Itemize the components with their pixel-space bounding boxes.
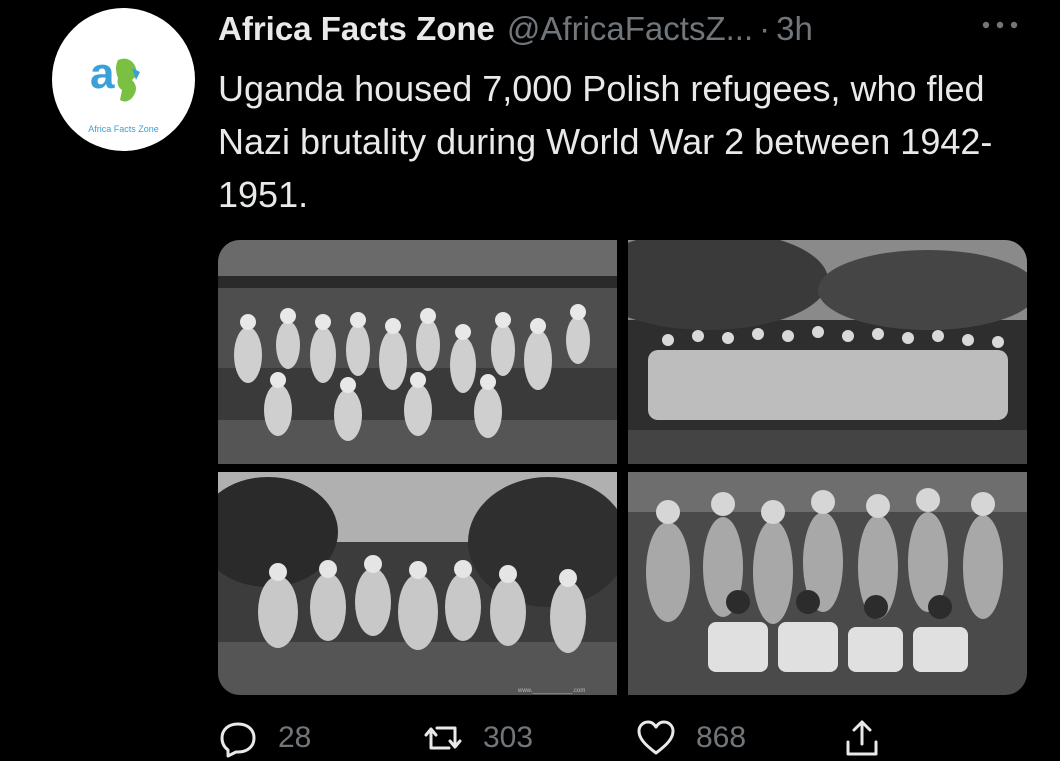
heart-icon (637, 720, 675, 755)
photo-children-thatched-hut[interactable] (218, 240, 617, 464)
retweet-count: 303 (483, 721, 534, 754)
retweet-icon (424, 726, 462, 750)
like-button[interactable]: 868 (636, 716, 746, 760)
reply-count: 28 (278, 721, 312, 754)
share-button[interactable] (842, 716, 882, 760)
photo-group-under-trees[interactable] (628, 240, 1027, 464)
tweet-header: Africa Facts Zone @AfricaFactsZ... · 3h (218, 8, 1050, 50)
photo-credit: www.____________.com (517, 688, 585, 694)
user-handle[interactable]: @AfricaFactsZ... (507, 10, 753, 48)
svg-text:a: a (90, 49, 115, 98)
tweet-text: Uganda housed 7,000 Polish refugees, who… (218, 68, 993, 215)
reply-button[interactable]: 28 (218, 716, 311, 760)
like-count: 868 (696, 721, 747, 754)
photo-group-in-garden[interactable]: www.____________.com (218, 472, 617, 695)
share-icon (846, 720, 878, 756)
avatar[interactable]: a Africa Facts Zone (52, 8, 195, 151)
separator: · (759, 10, 771, 47)
action-bar: 28 303 868 (218, 716, 898, 760)
photo-group-with-soldiers[interactable] (628, 472, 1027, 695)
media-grid: www.____________.com (218, 240, 1027, 695)
display-name[interactable]: Africa Facts Zone (218, 10, 495, 48)
logo-text: Africa Facts Zone (88, 124, 159, 134)
more-options-icon[interactable] (978, 10, 1022, 40)
timestamp[interactable]: 3h (776, 10, 813, 48)
reply-icon (220, 722, 256, 758)
africa-facts-zone-logo-icon: a Africa Facts Zone (88, 49, 159, 134)
retweet-button[interactable]: 303 (423, 716, 533, 760)
